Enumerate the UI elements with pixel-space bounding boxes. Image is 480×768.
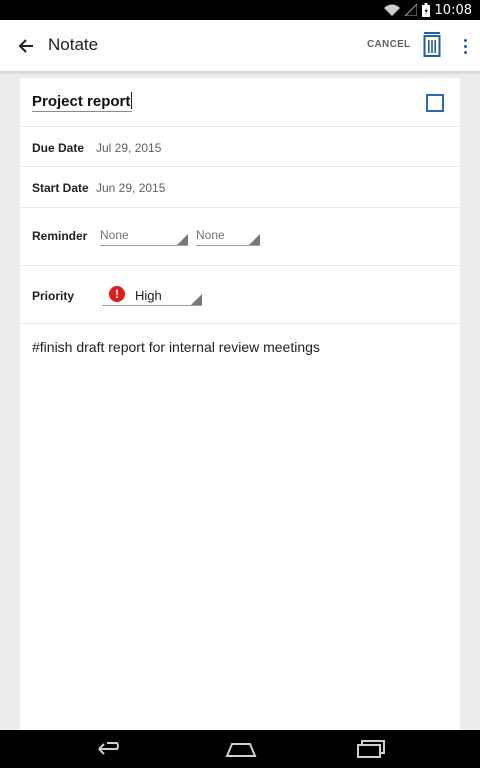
dropdown-arrow-icon: [191, 294, 202, 305]
dropdown-arrow-icon: [249, 234, 260, 245]
signal-icon: [404, 4, 417, 16]
back-button[interactable]: [14, 34, 38, 58]
nav-back-button[interactable]: [94, 739, 126, 759]
app-title: Notate: [48, 35, 99, 54]
priority-value: High: [135, 288, 162, 303]
navigation-bar: [0, 730, 480, 768]
overflow-menu-icon: [463, 38, 467, 42]
priority-label: Priority: [32, 289, 75, 303]
app-bar: Notate CANCEL: [0, 20, 480, 72]
start-date-label: Start Date: [32, 181, 89, 195]
due-date-value[interactable]: Jul 29, 2015: [96, 141, 161, 155]
reminder-time-spinner[interactable]: None: [196, 226, 260, 246]
nav-home-button[interactable]: [224, 739, 258, 759]
note-text[interactable]: #finish draft report for internal review…: [32, 339, 320, 355]
reminder-date-spinner[interactable]: None: [100, 226, 188, 246]
back-arrow-icon: [18, 39, 33, 53]
start-date-row[interactable]: Start Date Jun 29, 2015: [20, 167, 460, 208]
status-bar: 10:08: [0, 0, 480, 20]
task-complete-checkbox[interactable]: [426, 94, 444, 112]
overflow-menu-button[interactable]: [458, 34, 472, 58]
priority-row: Priority ! High: [20, 266, 460, 324]
reminder-row: Reminder None None: [20, 208, 460, 266]
reminder-label: Reminder: [32, 229, 88, 243]
due-date-row[interactable]: Due Date Jul 29, 2015: [20, 127, 460, 167]
due-date-label: Due Date: [32, 141, 85, 155]
status-icons: 10:08: [383, 2, 472, 18]
nav-home-icon: [225, 743, 257, 757]
wifi-icon: [383, 4, 400, 16]
nav-back-icon: [98, 742, 119, 755]
title-row: Project report: [20, 78, 460, 127]
text-cursor: [131, 92, 133, 109]
status-time: 10:08: [434, 2, 472, 18]
reminder-time-value: None: [196, 228, 225, 242]
overflow-menu-icon: [463, 50, 467, 54]
nav-recents-icon: [357, 740, 385, 758]
trash-icon: [423, 32, 441, 57]
priority-alert-icon: !: [109, 286, 125, 302]
overflow-menu-icon: [463, 44, 467, 48]
task-title-text: Project report: [32, 93, 131, 110]
task-card: Project report Due Date Jul 29, 2015 Sta…: [20, 78, 460, 730]
nav-recents-button[interactable]: [354, 739, 388, 759]
cancel-button[interactable]: CANCEL: [367, 39, 410, 50]
start-date-value[interactable]: Jun 29, 2015: [96, 181, 165, 195]
delete-button[interactable]: [422, 32, 442, 58]
battery-icon: [421, 3, 430, 17]
reminder-date-value: None: [100, 228, 129, 242]
task-title-input[interactable]: Project report: [32, 92, 133, 112]
dropdown-arrow-icon: [177, 234, 188, 245]
